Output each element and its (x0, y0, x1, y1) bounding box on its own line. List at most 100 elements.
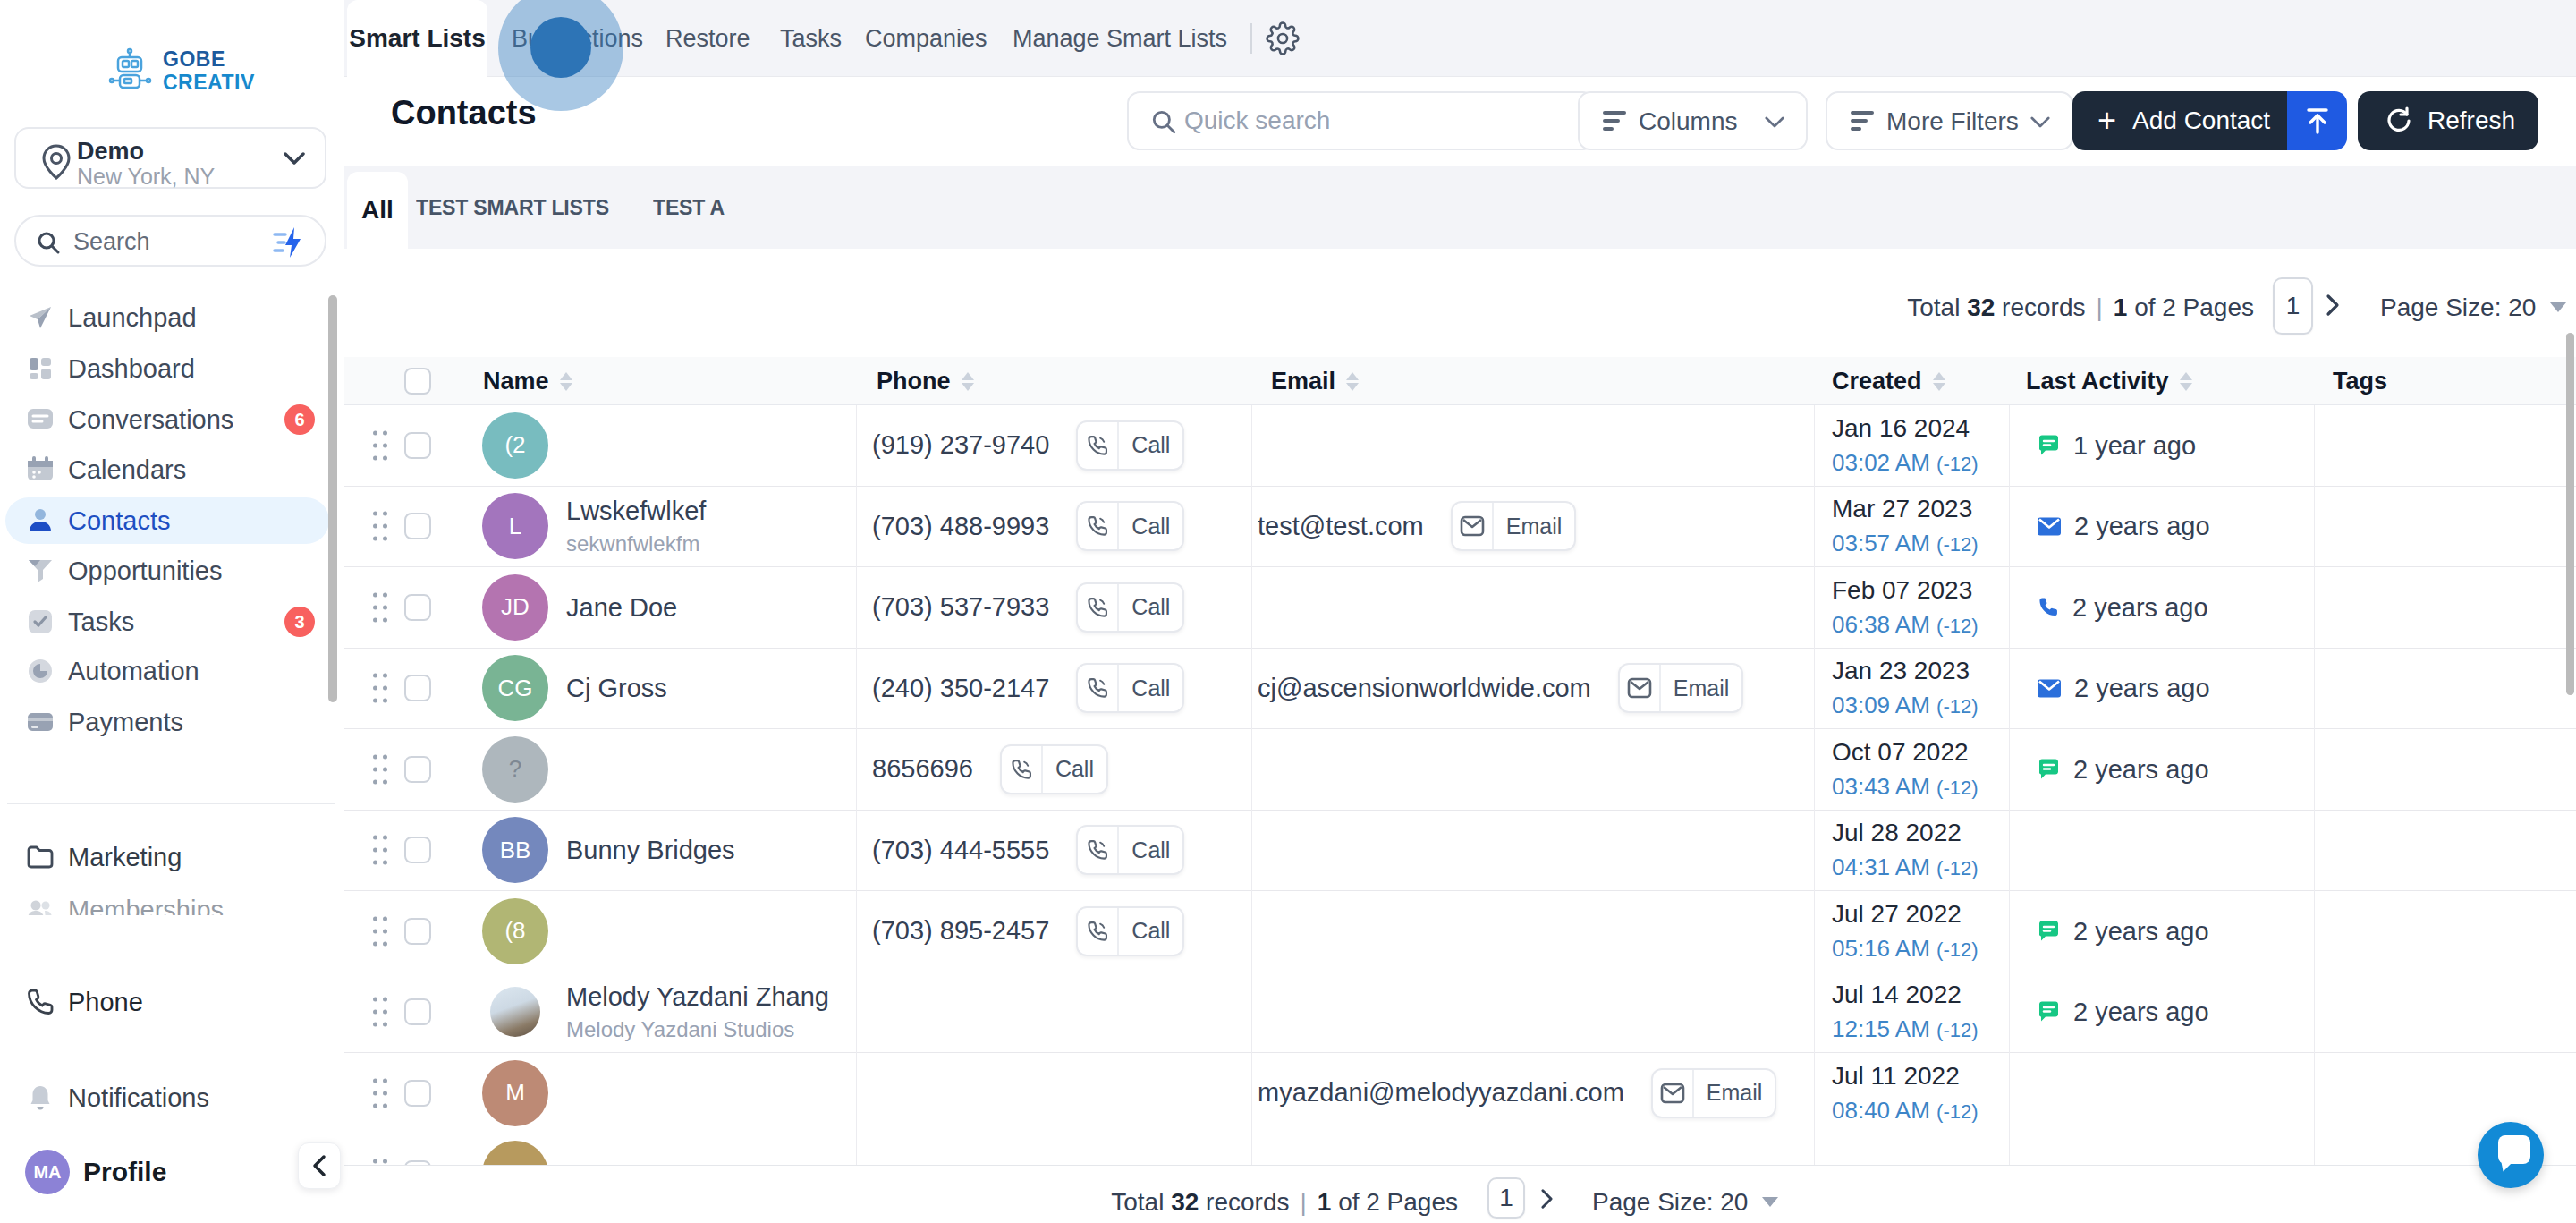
drag-handle-icon[interactable] (373, 512, 387, 541)
sort-icon-name[interactable] (560, 372, 572, 391)
column-header-email[interactable]: Email (1271, 357, 1359, 405)
row-checkbox[interactable] (404, 837, 431, 863)
call-phone-icon[interactable] (1078, 503, 1119, 549)
sort-icon-created[interactable] (1933, 372, 1945, 391)
call-button[interactable]: Call (1076, 906, 1184, 956)
drag-handle-icon[interactable] (373, 674, 387, 703)
sidebar-item-contacts[interactable]: Contacts (0, 498, 331, 543)
topnav-tab-smart-lists[interactable]: Smart Lists (347, 0, 487, 77)
table-row[interactable]: BBBunny Bridges(703) 444-5555CallJul 28 … (344, 811, 2576, 892)
drag-handle-icon[interactable] (373, 592, 387, 622)
call-button[interactable]: Call (1076, 663, 1184, 713)
column-header-tags[interactable]: Tags (2333, 357, 2387, 405)
table-row[interactable]: Mmyazdani@melodyyazdani.comEmailJul 11 2… (344, 1053, 2576, 1134)
sidebar-item-payments[interactable]: Payments (0, 700, 331, 744)
drag-handle-icon[interactable] (373, 754, 387, 784)
page-scrollbar[interactable] (2566, 333, 2574, 695)
created-time[interactable]: 12:15 AM (-12) (1832, 1015, 1979, 1043)
quick-search-input[interactable] (1184, 93, 1578, 149)
page-size-selector-bottom[interactable]: Page Size: 20 (1592, 1188, 1748, 1217)
contact-name[interactable]: Cj Gross (566, 674, 667, 703)
topnav-item-manage-smart-lists[interactable]: Manage Smart Lists (1013, 0, 1227, 77)
page-number-input-top[interactable]: 1 (2273, 277, 2313, 335)
quick-search[interactable] (1127, 91, 1595, 150)
tab-test-a[interactable]: TEST A (653, 166, 724, 249)
sidebar-collapse-button[interactable] (298, 1142, 341, 1189)
call-phone-icon[interactable] (1078, 908, 1119, 955)
topnav-item-tasks[interactable]: Tasks (780, 0, 842, 77)
sort-icon-last-activity[interactable] (2180, 372, 2192, 391)
sidebar-item-notifications[interactable]: Notifications (0, 1075, 331, 1120)
email-envelope-icon[interactable] (1653, 1070, 1694, 1117)
contact-name[interactable]: Bunny Bridges (566, 836, 735, 865)
sidebar-item-launchpad[interactable]: Launchpad (0, 295, 331, 340)
page-number-input-bottom[interactable]: 1 (1487, 1177, 1525, 1219)
next-page-icon-bottom[interactable] (1540, 1188, 1554, 1210)
call-phone-icon[interactable] (1002, 746, 1043, 793)
sidebar-search[interactable]: Search (14, 215, 326, 267)
row-checkbox[interactable] (404, 432, 431, 459)
sidebar-item-memberships[interactable]: Memberships (0, 888, 344, 915)
created-time[interactable]: 05:16 AM (-12) (1832, 935, 1979, 963)
created-time[interactable]: 04:31 AM (-12) (1832, 854, 1979, 881)
select-all-checkbox[interactable] (404, 368, 431, 395)
more-filters-dropdown[interactable]: More Filters (1826, 91, 2073, 150)
location-selector[interactable]: Demo New York, NY (14, 127, 326, 189)
settings-gear-icon[interactable] (1266, 0, 1300, 77)
chat-widget-button[interactable] (2478, 1122, 2544, 1188)
sort-icon-email[interactable] (1346, 372, 1359, 391)
created-time[interactable]: 08:40 AM (-12) (1832, 1097, 1979, 1125)
sidebar-item-automation[interactable]: Automation (0, 649, 331, 693)
table-row[interactable]: JDJane Doe(703) 537-7933CallFeb 07 20230… (344, 567, 2576, 649)
row-checkbox[interactable] (404, 998, 431, 1025)
email-envelope-icon[interactable] (1620, 665, 1661, 711)
table-row[interactable]: CGCj Gross(240) 350-2147Callcj@ascension… (344, 649, 2576, 730)
call-phone-icon[interactable] (1078, 422, 1119, 469)
add-contact-button[interactable]: + Add Contact (2072, 91, 2287, 150)
sort-icon-phone[interactable] (962, 372, 974, 391)
row-checkbox[interactable] (404, 756, 431, 783)
email-button[interactable]: Email (1451, 501, 1577, 551)
contact-name[interactable]: Lwskefwlkefsekwnfwlekfm (566, 497, 706, 556)
created-time[interactable]: 03:43 AM (-12) (1832, 773, 1979, 801)
column-header-created[interactable]: Created (1832, 357, 1945, 405)
row-checkbox[interactable] (404, 675, 431, 701)
sidebar-scrollbar[interactable] (328, 295, 337, 702)
topnav-item-companies[interactable]: Companies (865, 0, 987, 77)
table-row[interactable] (344, 1134, 2576, 1166)
drag-handle-icon[interactable] (373, 916, 387, 946)
created-time[interactable]: 06:38 AM (-12) (1832, 611, 1979, 639)
drag-handle-icon[interactable] (373, 998, 387, 1027)
email-button[interactable]: Email (1651, 1068, 1777, 1118)
tab-test-smart-lists[interactable]: TEST SMART LISTS (416, 166, 609, 249)
row-checkbox[interactable] (404, 918, 431, 945)
table-row[interactable]: LLwskefwlkefsekwnfwlekfm(703) 488-9993Ca… (344, 487, 2576, 568)
page-size-selector-top[interactable]: Page Size: 20 (2380, 293, 2536, 322)
sidebar-item-marketing[interactable]: Marketing (0, 835, 331, 879)
call-button[interactable]: Call (1076, 582, 1184, 633)
created-time[interactable]: 03:57 AM (-12) (1832, 530, 1979, 557)
table-row[interactable]: (2(919) 237-9740CallJan 16 202403:02 AM … (344, 405, 2576, 487)
call-button[interactable]: Call (1076, 825, 1184, 875)
email-button[interactable]: Email (1618, 663, 1744, 713)
table-row[interactable]: ?8656696CallOct 07 202203:43 AM (-12)2 y… (344, 729, 2576, 811)
sidebar-item-phone[interactable]: Phone (0, 980, 331, 1024)
call-phone-icon[interactable] (1078, 584, 1119, 631)
created-time[interactable]: 03:09 AM (-12) (1832, 692, 1979, 719)
sidebar-item-opportunities[interactable]: Opportunities (0, 548, 331, 593)
call-phone-icon[interactable] (1078, 665, 1119, 711)
table-row[interactable]: (8(703) 895-2457CallJul 27 202205:16 AM … (344, 891, 2576, 972)
created-time[interactable]: 03:02 AM (-12) (1832, 449, 1979, 477)
row-checkbox[interactable] (404, 513, 431, 539)
import-contacts-button[interactable] (2287, 91, 2347, 150)
contact-name[interactable]: Jane Doe (566, 592, 677, 622)
row-checkbox[interactable] (404, 1080, 431, 1107)
column-header-last-activity[interactable]: Last Activity (2026, 357, 2192, 405)
profile-avatar[interactable]: MA (25, 1150, 70, 1194)
next-page-icon-top[interactable] (2326, 293, 2340, 317)
column-header-name[interactable]: Name (483, 357, 572, 405)
sidebar-item-dashboard[interactable]: Dashboard (0, 346, 331, 391)
refresh-button[interactable]: Refresh (2358, 91, 2538, 150)
contact-name[interactable]: Melody Yazdani ZhangMelody Yazdani Studi… (566, 982, 829, 1042)
columns-dropdown[interactable]: Columns (1578, 91, 1808, 150)
